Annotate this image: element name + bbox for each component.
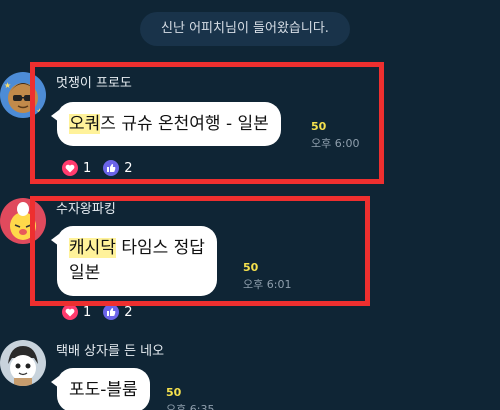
chat-message: 택배 상자를 든 네오 포도-블룸 50 오후 6:35 [0, 340, 500, 410]
reaction-count: 1 [83, 304, 92, 320]
message-text: 포도-블룸 [69, 380, 138, 400]
sender-name: 택배 상자를 든 네오 [56, 344, 165, 359]
reaction-bar[interactable]: 1 2 [62, 304, 145, 320]
svg-text:★: ★ [4, 81, 11, 90]
thumbs-up-icon[interactable] [103, 304, 120, 320]
heart-icon[interactable] [62, 304, 78, 320]
reaction-count: 2 [124, 304, 133, 320]
message-bubble[interactable]: 포도-블룸 [51, 368, 150, 410]
neo-avatar-icon[interactable] [0, 340, 46, 386]
message-time: 오후 6:35 [166, 403, 215, 410]
read-count: 50 [166, 386, 182, 399]
system-message: 신난 어피치님이 들어왔습니다. [140, 12, 350, 46]
annotation-box [30, 196, 370, 306]
chat-screen: 신난 어피치님이 들어왔습니다. ★ ★ 멋쟁이 프로도 오쿼즈 규슈 온천여행… [0, 0, 500, 410]
annotation-box [30, 62, 384, 184]
